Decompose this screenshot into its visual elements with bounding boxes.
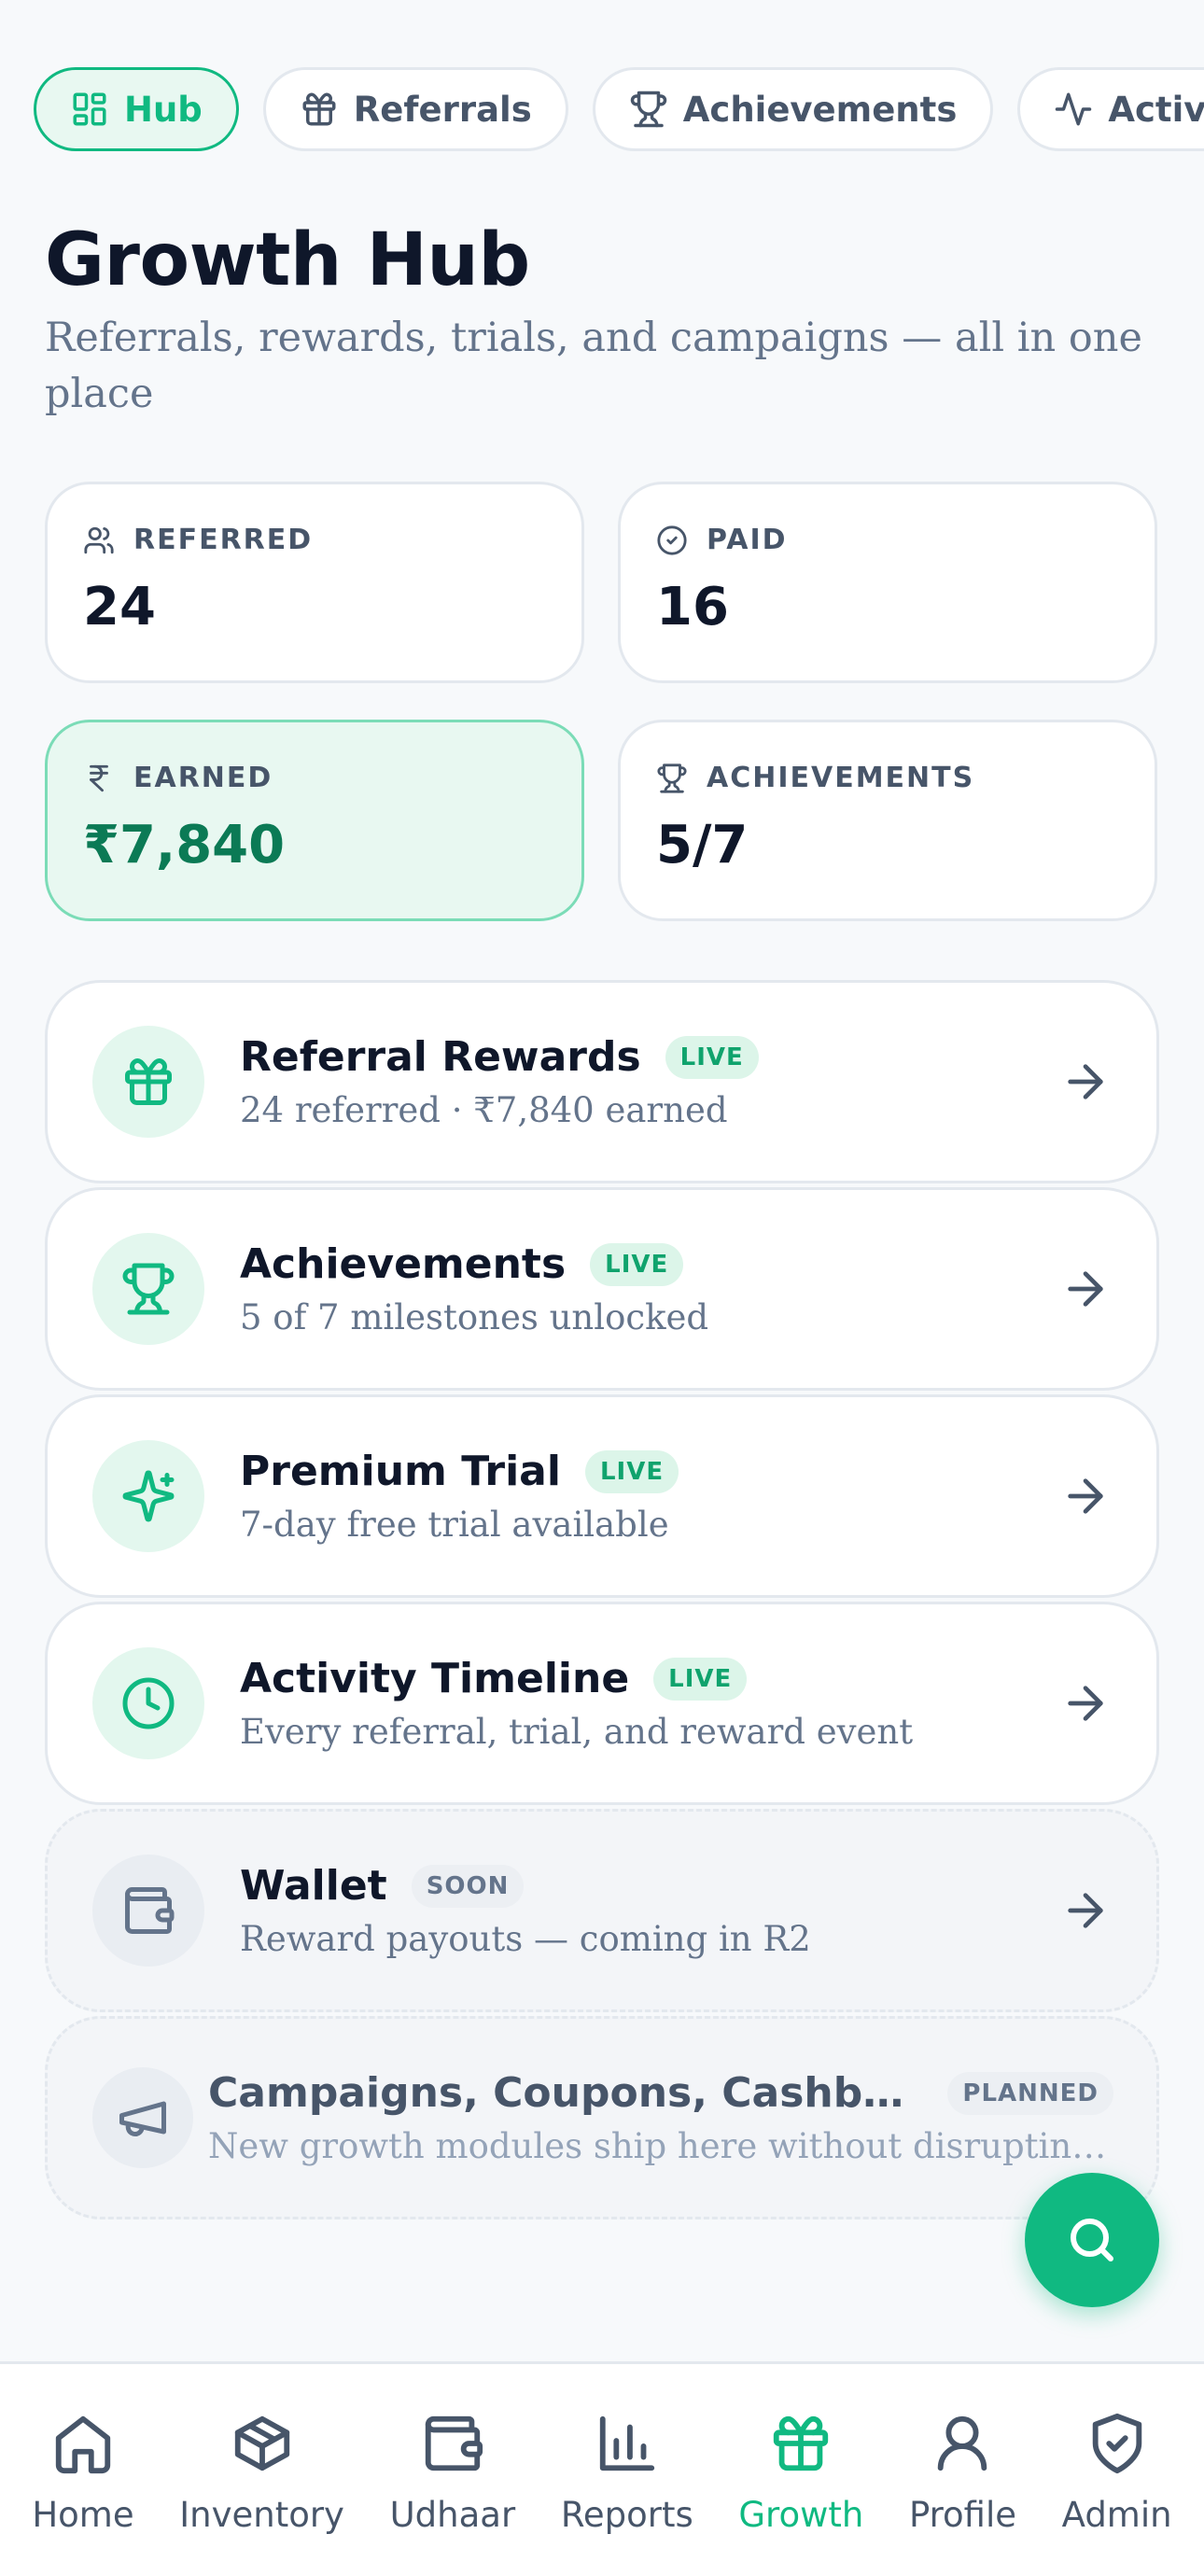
tab-label: Activity [1108, 89, 1204, 130]
users-icon [84, 526, 114, 553]
tab-achievements[interactable]: Achievements [592, 67, 994, 151]
wallet-icon [125, 1887, 175, 1934]
tab-label: Referrals [353, 89, 532, 130]
status-badge: LIVE [590, 1242, 684, 1286]
card-subtitle: 5 of 7 milestones unlocked [240, 1297, 709, 1337]
growth-tabs: Hub Referrals Achievements Activity [34, 67, 1204, 151]
trophy-icon [657, 763, 687, 793]
card-subtitle: Reward payouts — coming in R2 [240, 1919, 811, 1959]
card-title: Referral Rewards [240, 1033, 641, 1081]
stat-label: ACHIEVEMENTS [707, 762, 975, 794]
rupee-icon [90, 764, 108, 791]
user-icon [938, 2415, 987, 2471]
trophy-icon [630, 91, 666, 128]
wallet-icon [425, 2415, 483, 2471]
nav-label: Profile [908, 2495, 1017, 2535]
bar-chart-icon [599, 2415, 654, 2471]
stat-value: 16 [656, 577, 729, 637]
nav-item-growth[interactable]: Growth [738, 2411, 863, 2576]
check-circle-icon [657, 525, 687, 555]
card-subtitle: New growth modules ship here without dis… [208, 2126, 1113, 2166]
home-icon [55, 2415, 111, 2474]
nav-item-profile[interactable]: Profile [909, 2411, 1016, 2576]
card-wallet[interactable]: Wallet SOON Reward payouts — coming in R… [45, 1809, 1159, 2012]
nav-label: Inventory [179, 2495, 344, 2535]
status-badge: LIVE [584, 1449, 679, 1493]
nav-label: Home [32, 2495, 134, 2535]
clock-icon [122, 1677, 175, 1729]
stat-achievements: ACHIEVEMENTS 5/7 [618, 720, 1157, 921]
page-title: Growth Hub [45, 218, 530, 302]
card-title: Wallet [240, 1862, 387, 1910]
nav-item-reports[interactable]: Reports [561, 2411, 693, 2576]
tab-activity[interactable]: Activity [1017, 67, 1204, 151]
tab-label: Achievements [682, 89, 958, 130]
nav-label: Udhaar [389, 2495, 516, 2535]
arrow-right-icon [1068, 1893, 1103, 1928]
activity-icon [1056, 92, 1092, 126]
nav-item-inventory[interactable]: Inventory [179, 2411, 344, 2576]
tab-hub[interactable]: Hub [34, 67, 239, 151]
search-fab-button[interactable] [1025, 2173, 1159, 2307]
status-badge: LIVE [653, 1657, 748, 1701]
stat-value: ₹7,840 [83, 815, 286, 875]
arrow-right-icon [1068, 1686, 1103, 1721]
trophy-icon [122, 1263, 175, 1315]
stat-label: REFERRED [133, 524, 314, 556]
card-title: Achievements [240, 1240, 567, 1288]
stat-label: PAID [707, 524, 788, 556]
card-subtitle: Every referral, trial, and reward event [240, 1712, 914, 1752]
box-icon [234, 2415, 289, 2471]
status-badge: PLANNED [947, 2071, 1113, 2115]
search-icon [1071, 2219, 1113, 2261]
nav-item-home[interactable]: Home [32, 2411, 134, 2576]
card-title: Activity Timeline [240, 1655, 630, 1702]
card-subtitle: 24 referred · ₹7,840 earned [240, 1090, 728, 1130]
tab-label: Hub [124, 89, 203, 130]
stat-paid: PAID 16 [618, 482, 1157, 683]
shield-check-icon [1092, 2413, 1141, 2474]
gift-icon [125, 1058, 172, 1105]
arrow-right-icon [1068, 1271, 1103, 1307]
bottom-nav: Home Inventory Udhaar Reports Growth Pro… [0, 2361, 1204, 2576]
arrow-right-icon [1068, 1064, 1103, 1099]
card-campaigns-planned: Campaigns, Coupons, Cashbac... PLANNED N… [45, 2016, 1159, 2219]
stat-earned: EARNED ₹7,840 [45, 720, 584, 921]
nav-item-admin[interactable]: Admin [1062, 2411, 1172, 2576]
stat-referred: REFERRED 24 [45, 482, 584, 683]
card-title: Premium Trial [240, 1448, 561, 1495]
grid-icon [73, 92, 106, 126]
card-referral-rewards[interactable]: Referral Rewards LIVE 24 referred · ₹7,8… [45, 980, 1159, 1183]
stat-value: 5/7 [656, 815, 749, 875]
tab-referrals[interactable]: Referrals [262, 67, 568, 151]
page-subtitle: Referrals, rewards, trials, and campaign… [45, 315, 1142, 417]
card-achievements[interactable]: Achievements LIVE 5 of 7 milestones unlo… [45, 1187, 1159, 1391]
stat-label: EARNED [133, 762, 273, 794]
nav-label: Growth [738, 2495, 864, 2535]
gift-icon [774, 2415, 829, 2471]
arrow-right-icon [1068, 1478, 1103, 1514]
stat-value: 24 [83, 577, 156, 637]
sparkles-icon [122, 1470, 175, 1522]
gift-icon [302, 92, 336, 126]
card-premium-trial[interactable]: Premium Trial LIVE 7-day free trial avai… [45, 1394, 1159, 1598]
nav-label: Admin [1061, 2495, 1172, 2535]
card-subtitle: 7-day free trial available [240, 1505, 669, 1545]
nav-item-udhaar[interactable]: Udhaar [389, 2411, 516, 2576]
status-badge: LIVE [665, 1035, 759, 1079]
card-activity-timeline[interactable]: Activity Timeline LIVE Every referral, t… [45, 1602, 1159, 1805]
card-title: Campaigns, Coupons, Cashbac... [208, 2069, 924, 2117]
nav-label: Reports [560, 2495, 693, 2535]
megaphone-icon [119, 2101, 166, 2136]
status-badge: SOON [411, 1864, 525, 1908]
